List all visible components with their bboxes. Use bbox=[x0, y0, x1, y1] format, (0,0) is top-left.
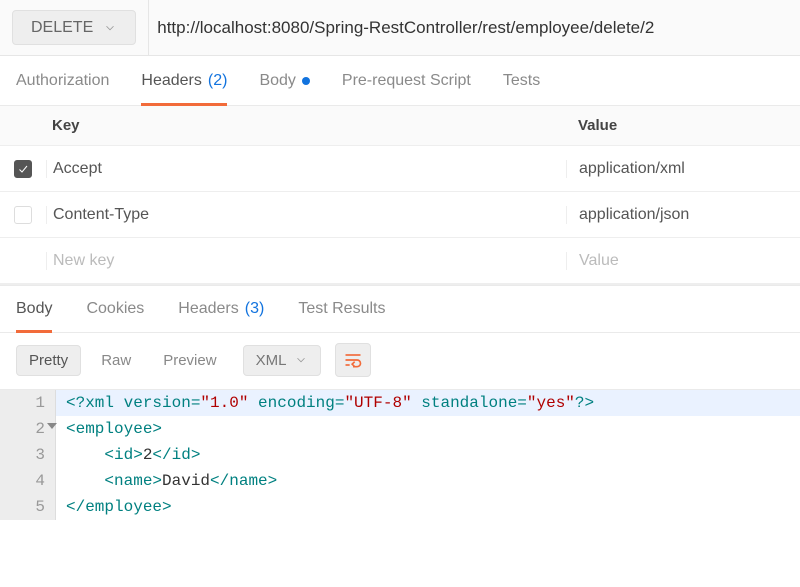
wrap-icon bbox=[343, 350, 363, 370]
view-preview-button[interactable]: Preview bbox=[151, 346, 228, 375]
fold-toggle-icon[interactable] bbox=[47, 423, 57, 429]
wrap-lines-button[interactable] bbox=[335, 343, 371, 377]
header-value[interactable]: application/xml bbox=[566, 160, 800, 178]
header-value[interactable]: application/json bbox=[566, 206, 800, 224]
format-select[interactable]: XML bbox=[243, 345, 322, 376]
response-body[interactable]: 1 <?xml version="1.0" encoding="UTF-8" s… bbox=[0, 390, 800, 520]
response-tab-test-results[interactable]: Test Results bbox=[298, 286, 385, 332]
value-placeholder[interactable]: Value bbox=[566, 252, 800, 270]
key-placeholder[interactable]: New key bbox=[46, 252, 566, 270]
headers-table-head: Key Value bbox=[0, 106, 800, 146]
code-line: 3 <id>2</id> bbox=[0, 442, 800, 468]
response-headers-count: (3) bbox=[245, 300, 265, 318]
tab-headers[interactable]: Headers (2) bbox=[141, 56, 227, 105]
view-mode-group: Pretty Raw Preview bbox=[16, 345, 229, 376]
header-row-placeholder[interactable]: New key Value bbox=[0, 238, 800, 284]
headers-table: Key Value Accept application/xml Content… bbox=[0, 106, 800, 285]
tab-tests[interactable]: Tests bbox=[503, 56, 540, 105]
tab-pre-request-script[interactable]: Pre-request Script bbox=[342, 56, 471, 105]
column-value: Value bbox=[566, 117, 800, 134]
code-line: 1 <?xml version="1.0" encoding="UTF-8" s… bbox=[0, 390, 800, 416]
chevron-down-icon bbox=[103, 21, 117, 35]
code-line: 2 <employee> bbox=[0, 416, 800, 442]
line-number: 3 bbox=[0, 442, 56, 468]
view-raw-button[interactable]: Raw bbox=[89, 346, 143, 375]
chevron-down-icon bbox=[294, 353, 308, 367]
code-line: 5 </employee> bbox=[0, 494, 800, 520]
url-field bbox=[148, 0, 800, 55]
header-key[interactable]: Content-Type bbox=[46, 206, 566, 224]
url-input[interactable] bbox=[153, 10, 792, 46]
code-line: 4 <name>David</name> bbox=[0, 468, 800, 494]
response-tab-body[interactable]: Body bbox=[16, 286, 52, 332]
response-tabs: Body Cookies Headers (3) Test Results bbox=[0, 285, 800, 333]
header-row[interactable]: Accept application/xml bbox=[0, 146, 800, 192]
tab-body[interactable]: Body bbox=[259, 56, 309, 105]
request-bar: DELETE bbox=[0, 0, 800, 56]
method-select[interactable]: DELETE bbox=[12, 10, 136, 45]
headers-count: (2) bbox=[208, 72, 228, 90]
line-number: 2 bbox=[0, 416, 56, 442]
header-key[interactable]: Accept bbox=[46, 160, 566, 178]
row-checkbox[interactable] bbox=[14, 160, 32, 178]
header-row[interactable]: Content-Type application/json bbox=[0, 192, 800, 238]
body-dirty-indicator bbox=[302, 77, 310, 85]
line-number: 4 bbox=[0, 468, 56, 494]
line-number: 5 bbox=[0, 494, 56, 520]
column-key: Key bbox=[46, 117, 566, 134]
response-tab-headers[interactable]: Headers (3) bbox=[178, 286, 264, 332]
tab-authorization[interactable]: Authorization bbox=[16, 56, 109, 105]
line-number: 1 bbox=[0, 390, 56, 416]
request-tabs: Authorization Headers (2) Body Pre-reque… bbox=[0, 56, 800, 106]
response-tab-cookies[interactable]: Cookies bbox=[86, 286, 144, 332]
response-toolbar: Pretty Raw Preview XML bbox=[0, 333, 800, 390]
check-icon bbox=[17, 163, 29, 175]
method-label: DELETE bbox=[31, 19, 93, 37]
view-pretty-button[interactable]: Pretty bbox=[16, 345, 81, 376]
row-checkbox[interactable] bbox=[14, 206, 32, 224]
